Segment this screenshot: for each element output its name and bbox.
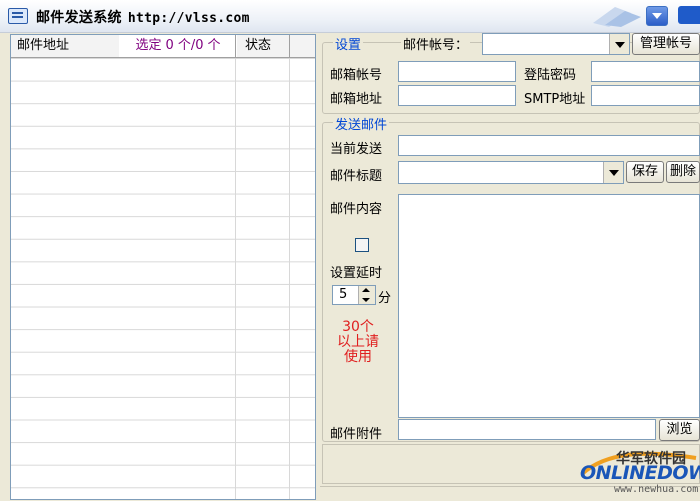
app-icon <box>8 8 28 24</box>
delete-button[interactable]: 删除 <box>666 161 700 183</box>
list-rows[interactable] <box>11 58 315 499</box>
list-header: 邮件地址 选定 0 个/0 个 状态 <box>11 35 315 58</box>
mailbox-account-input[interactable] <box>398 61 516 82</box>
smtp-label: SMTP地址 <box>524 92 586 107</box>
save-button[interactable]: 保存 <box>626 161 664 183</box>
email-list[interactable]: 邮件地址 选定 0 个/0 个 状态 <box>10 34 316 500</box>
window-title: 邮件发送系统 http://vlss.com <box>36 7 250 27</box>
browse-button[interactable]: 浏览 <box>659 419 700 441</box>
chevron-down-icon[interactable] <box>603 162 623 183</box>
decoration-graphic <box>593 7 641 27</box>
watermark-url: www.newhua.com <box>614 484 699 495</box>
chevron-down-icon[interactable] <box>609 34 629 54</box>
account-selector[interactable] <box>482 33 630 55</box>
login-password-input[interactable] <box>591 61 700 82</box>
delay-stepper[interactable]: 5 <box>332 285 376 305</box>
watermark-logo: 华军软件园 ONLINEDOWN www.newhua.com <box>576 444 700 500</box>
total-count: 个/0 <box>177 38 204 53</box>
warning-text: 30个以上请使用 <box>337 319 379 365</box>
header-divider[interactable] <box>235 35 236 57</box>
content-textarea[interactable] <box>398 194 700 418</box>
unit-label: 个 <box>207 38 221 53</box>
stepper-buttons[interactable] <box>358 286 375 304</box>
settings-legend: 设置 <box>333 34 364 53</box>
smtp-input[interactable] <box>591 85 700 106</box>
content-label: 邮件内容 <box>330 202 383 217</box>
app-name: 邮件发送系统 <box>36 10 122 26</box>
chevron-down-icon[interactable] <box>362 298 370 302</box>
delay-unit: 分 <box>378 291 392 306</box>
delay-label: 设置延时 <box>330 266 383 281</box>
current-sending-field <box>398 135 700 156</box>
col-header-status[interactable]: 状态 <box>245 35 271 57</box>
current-sending-label: 当前发送 <box>330 142 383 157</box>
app-url: http://vlss.com <box>127 11 250 26</box>
close-button[interactable] <box>678 6 700 24</box>
title-bar: 邮件发送系统 http://vlss.com <box>0 0 700 33</box>
watermark-en: ONLINEDOWN <box>580 462 700 484</box>
account-selector-label: 邮件帐号： <box>401 34 471 53</box>
selected-count: 0 <box>165 38 174 53</box>
subject-combo[interactable] <box>398 161 624 184</box>
selected-label: 选定 <box>135 38 162 53</box>
header-divider[interactable] <box>289 35 290 57</box>
mailbox-account-label: 邮箱帐号 <box>330 68 383 83</box>
minimize-button[interactable] <box>646 6 668 26</box>
send-legend: 发送邮件 <box>333 114 390 133</box>
subject-label: 邮件标题 <box>330 169 383 184</box>
delay-checkbox[interactable] <box>355 238 369 252</box>
login-password-label: 登陆密码 <box>524 68 577 83</box>
selected-count-label: 选定 0 个/0 个 <box>119 35 237 57</box>
mailbox-address-input[interactable] <box>398 85 516 106</box>
delay-value: 5 <box>339 287 348 302</box>
attachment-label: 邮件附件 <box>330 427 383 442</box>
manage-accounts-button[interactable]: 管理帐号 <box>632 33 700 55</box>
chevron-up-icon[interactable] <box>362 288 370 292</box>
attachment-input[interactable] <box>398 419 656 440</box>
col-header-address[interactable]: 邮件地址 <box>17 35 69 57</box>
mailbox-address-label: 邮箱地址 <box>330 92 383 107</box>
